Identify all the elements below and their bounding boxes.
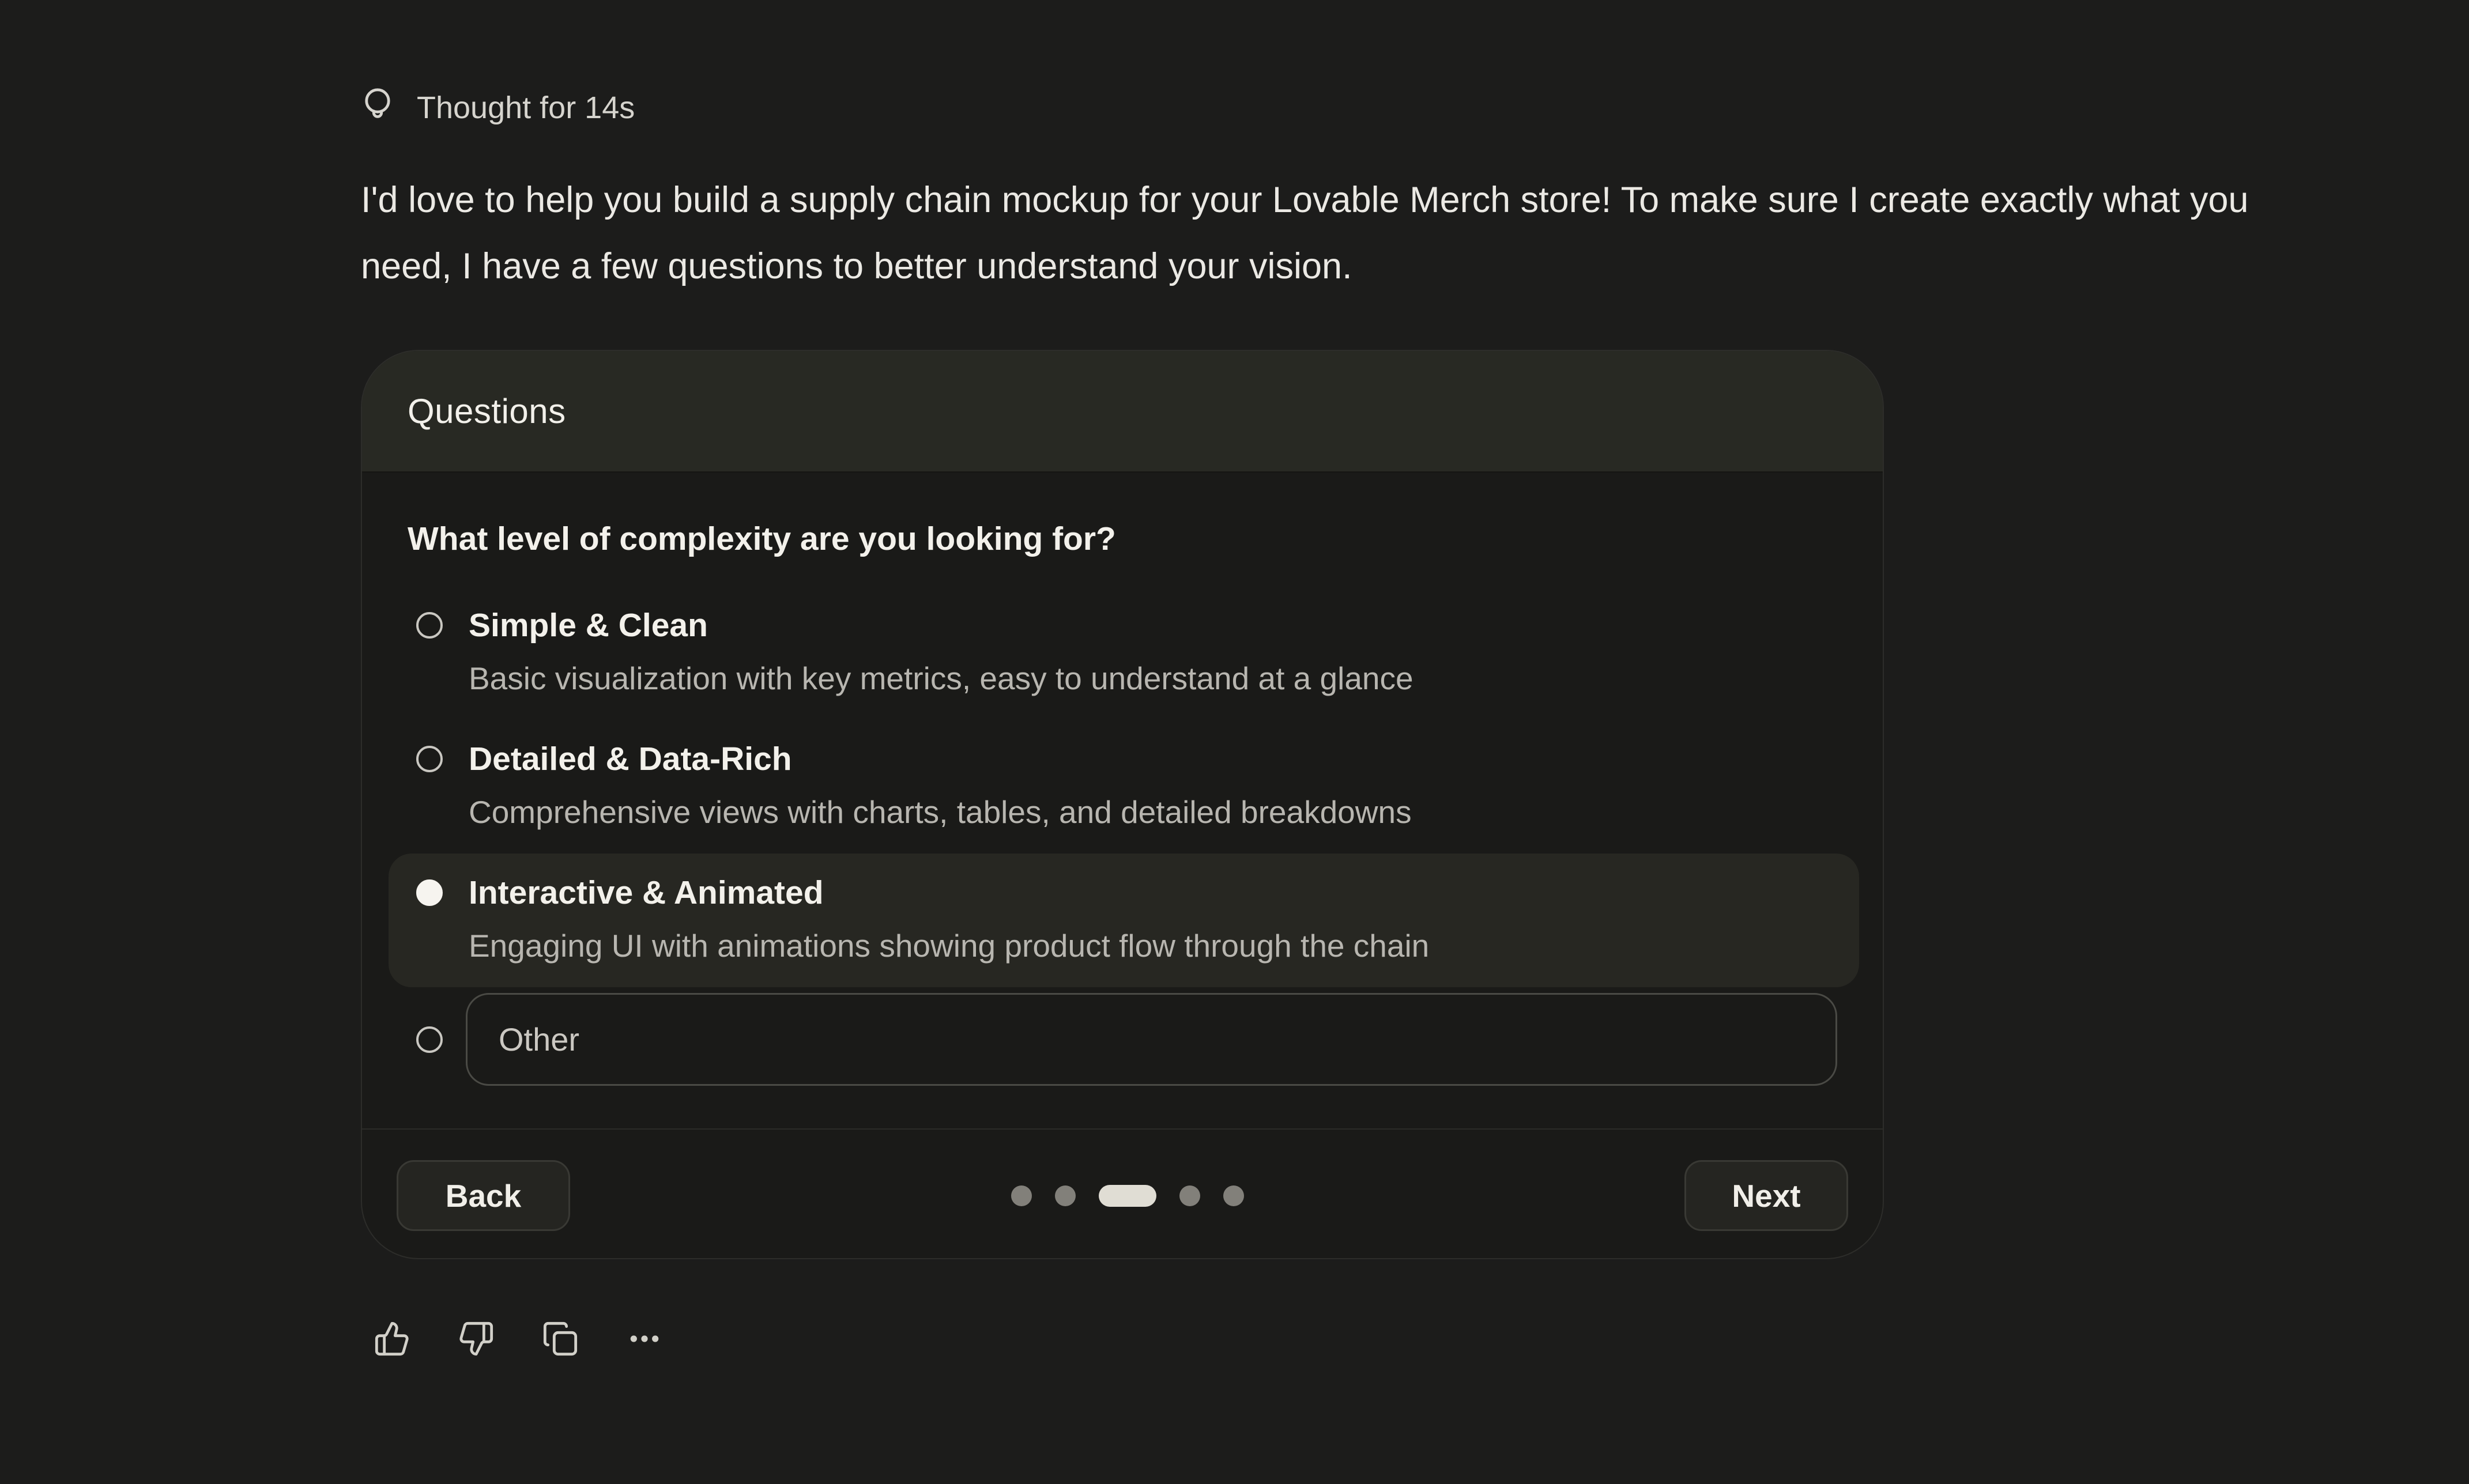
radio-icon[interactable] — [416, 879, 443, 906]
questions-card-footer: Back Next — [362, 1128, 1883, 1258]
card-title: Questions — [408, 391, 566, 431]
option-interactive-animated[interactable]: Interactive & Animated Engaging UI with … — [389, 854, 1859, 987]
option-other[interactable] — [389, 987, 1859, 1086]
questions-card-body: What level of complexity are you looking… — [362, 473, 1883, 1128]
option-text: Detailed & Data-Rich Comprehensive views… — [469, 739, 1412, 832]
questions-card: Questions What level of complexity are y… — [361, 350, 1884, 1259]
thumbs-down-button[interactable] — [458, 1320, 495, 1357]
progress-step — [1223, 1185, 1244, 1206]
progress-step — [1011, 1185, 1032, 1206]
thought-label: Thought for 14s — [417, 90, 635, 126]
option-description: Basic visualization with key metrics, ea… — [469, 658, 1413, 698]
option-label: Interactive & Animated — [469, 873, 1429, 913]
progress-indicator-wrap — [570, 1185, 1684, 1207]
progress-step — [1055, 1185, 1076, 1206]
progress-step-current — [1099, 1185, 1156, 1207]
option-label: Simple & Clean — [469, 605, 1413, 645]
other-option-input[interactable] — [466, 993, 1837, 1086]
thumbs-up-button[interactable] — [374, 1320, 410, 1357]
option-label: Detailed & Data-Rich — [469, 739, 1412, 779]
question-text: What level of complexity are you looking… — [408, 519, 1837, 559]
option-description: Comprehensive views with charts, tables,… — [469, 792, 1412, 832]
option-description: Engaging UI with animations showing prod… — [469, 926, 1429, 966]
option-simple-clean[interactable]: Simple & Clean Basic visualization with … — [389, 586, 1859, 720]
progress-step — [1179, 1185, 1200, 1206]
radio-icon[interactable] — [416, 1026, 443, 1053]
radio-icon[interactable] — [416, 612, 443, 639]
more-options-icon — [626, 1320, 663, 1357]
options-list: Simple & Clean Basic visualization with … — [408, 586, 1837, 1086]
option-text: Simple & Clean Basic visualization with … — [469, 605, 1413, 698]
thought-header[interactable]: Thought for 14s — [361, 86, 635, 129]
thumbs-down-icon — [458, 1320, 495, 1357]
assistant-message: I'd love to help you build a supply chai… — [361, 167, 2263, 300]
chat-message-container: Thought for 14s I'd love to help you bui… — [0, 0, 2469, 1357]
copy-button[interactable] — [542, 1320, 579, 1357]
questions-card-header: Questions — [362, 351, 1883, 473]
option-text: Interactive & Animated Engaging UI with … — [469, 873, 1429, 966]
progress-indicator — [1011, 1185, 1244, 1207]
copy-icon — [542, 1320, 579, 1357]
back-button[interactable]: Back — [397, 1160, 570, 1231]
lightbulb-icon — [361, 87, 394, 129]
more-options-button[interactable] — [626, 1320, 663, 1357]
radio-icon[interactable] — [416, 746, 443, 772]
thumbs-up-icon — [374, 1320, 410, 1357]
next-button[interactable]: Next — [1684, 1160, 1848, 1231]
option-detailed-data-rich[interactable]: Detailed & Data-Rich Comprehensive views… — [389, 720, 1859, 854]
message-actions — [374, 1320, 2469, 1357]
